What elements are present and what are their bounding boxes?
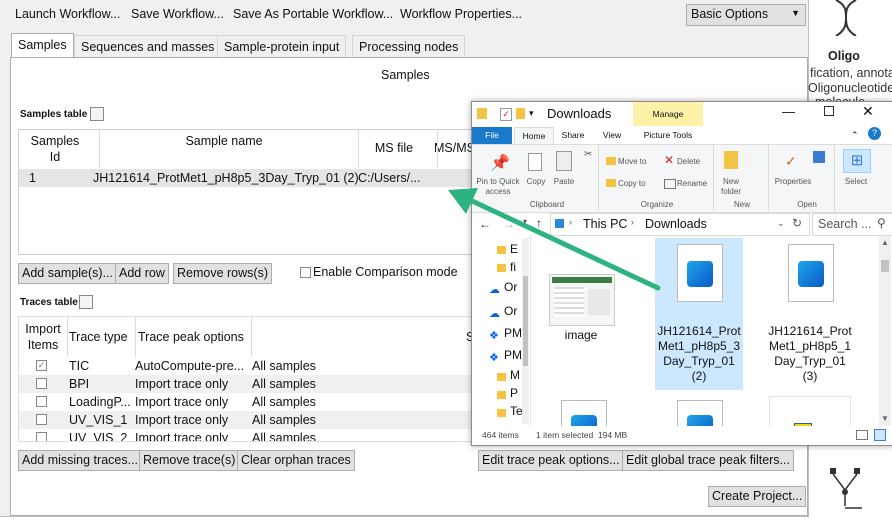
arrow-shaft bbox=[467, 197, 661, 291]
annotation-arrow bbox=[448, 188, 661, 291]
